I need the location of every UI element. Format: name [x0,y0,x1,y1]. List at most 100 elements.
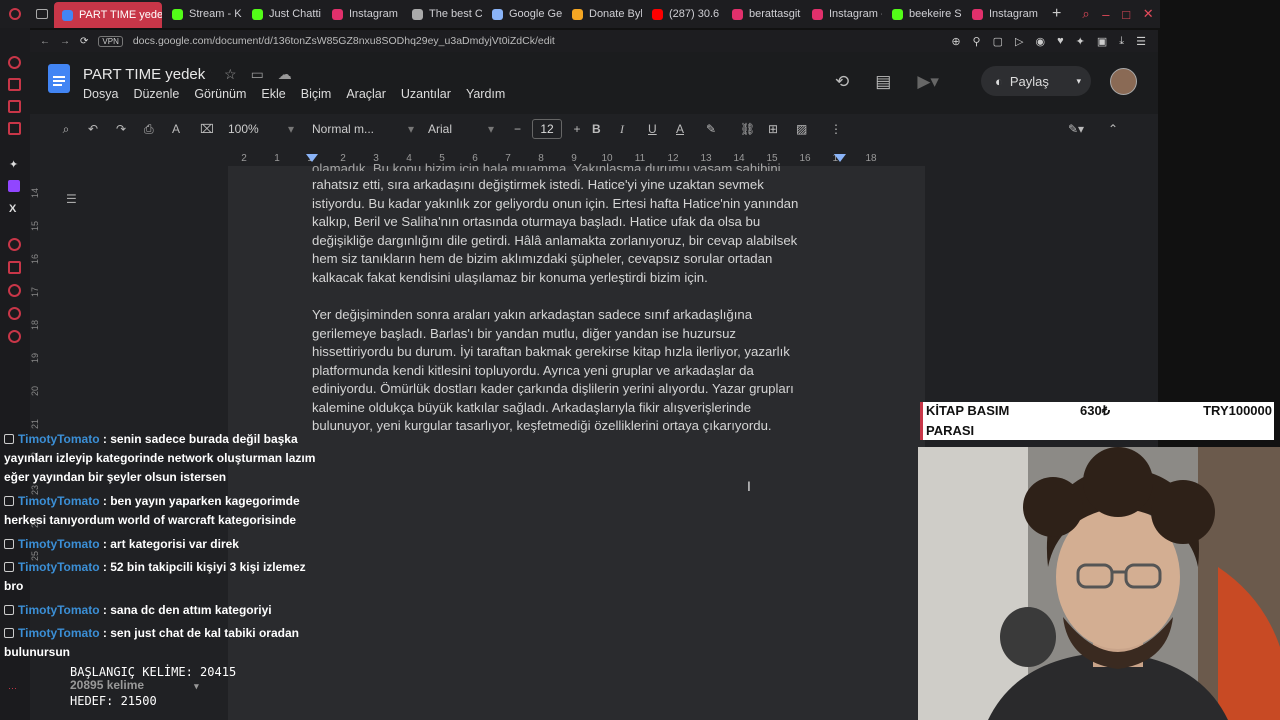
browser-tab[interactable]: Google Ge [484,2,562,26]
camera-icon[interactable]: ◉ [1035,35,1045,48]
back-icon[interactable]: ← [40,36,50,47]
chat-username: TimotyTomato [18,560,100,574]
decrease-font-icon[interactable]: − [514,122,532,136]
menu-item[interactable]: Uzantılar [401,87,451,101]
browser-tab[interactable]: Donate Byh [564,2,642,26]
menu-item[interactable]: Biçim [301,87,332,101]
history-icon[interactable] [8,284,21,297]
menu-item[interactable]: Dosya [83,87,118,101]
outline-icon[interactable]: ☰ [66,192,77,206]
workspaces-icon[interactable] [30,9,54,19]
undo-icon[interactable]: ↶ [88,122,116,136]
minimize-button[interactable]: – [1102,7,1109,22]
extensions-icon[interactable]: ✦ [1076,35,1085,48]
avatar[interactable] [1110,68,1137,95]
snapshot-icon[interactable]: ▢ [993,35,1003,48]
menu-item[interactable]: Yardım [466,87,505,101]
zoom-icon[interactable]: ⊕ [951,35,960,48]
editing-mode-icon[interactable]: ✎▾ [1068,122,1108,136]
sidebar-icon-4[interactable] [8,122,21,135]
heart-icon[interactable]: ♥ [1057,35,1064,48]
version-history-icon[interactable]: ⟲ [835,72,849,92]
more-icon[interactable]: ⋯ [8,683,17,694]
docs-logo-icon[interactable] [48,64,70,93]
redo-icon[interactable]: ↷ [116,122,144,136]
document-title[interactable]: PART TIME yedek [83,66,205,83]
vpn-badge[interactable]: VPN [98,35,123,47]
chat-badge-icon [4,496,14,506]
close-window-button[interactable]: ✕ [1143,6,1154,22]
meet-icon[interactable]: ▶▾ [917,72,939,92]
pin-icon[interactable]: ⚲ [973,35,981,48]
play-icon[interactable]: ▷ [1015,35,1023,48]
print-icon[interactable]: ⎙ [144,122,172,137]
sidebar-icon-3[interactable] [8,100,21,113]
star-icon[interactable]: ☆ [224,66,237,83]
browser-tab[interactable]: Instagram [964,2,1042,26]
chat-message: TimotyTomato : 52 bin takipcili kişiyi 3… [4,558,320,596]
move-folder-icon[interactable]: ▭ [251,66,264,83]
browser-tab[interactable]: Just Chatti [244,2,322,26]
increase-font-icon[interactable]: + [562,122,592,136]
sidebar-icon-7[interactable] [8,307,21,320]
collapse-menu-icon[interactable]: ⌃ [1108,122,1134,136]
sidebar-icon-1[interactable] [8,56,21,69]
url-field[interactable]: docs.google.com/document/d/136tonZsW85GZ… [133,35,555,47]
spellcheck-icon[interactable]: A [172,122,200,136]
download-icon[interactable]: ⤓ [1119,35,1124,48]
tab-favicon-icon [972,8,983,20]
font-size-input[interactable]: 12 [532,119,562,139]
forward-icon[interactable]: → [60,36,70,47]
browser-tab[interactable]: berattasgit [724,2,802,26]
browser-tab[interactable]: PART TIME yedek - G [54,2,162,28]
menu-item[interactable]: Düzenle [133,87,179,101]
share-button[interactable]: ◐ Paylaş ▾ [981,66,1091,96]
browser-logo-icon[interactable] [0,0,30,28]
search-menus-icon[interactable]: ⌕ [44,122,88,137]
sidebar-icon-6[interactable] [8,261,21,274]
more-options-icon[interactable]: ⋮ [830,122,850,136]
webcam-feed [918,447,1280,720]
cloud-status-icon[interactable]: ☁ [278,66,292,83]
ai-icon[interactable]: ✦ [9,158,18,171]
paint-format-icon[interactable]: ⌧ [200,122,228,136]
style-select[interactable]: Normal m... [308,122,408,136]
underline-icon[interactable]: U [648,122,676,136]
settings-icon[interactable]: ☰ [1136,35,1146,48]
italic-icon[interactable]: I [620,122,648,137]
sidebar-settings-icon[interactable] [8,330,21,343]
browser-tab[interactable]: beekeire S [884,2,962,26]
chat-message: TimotyTomato : ben yayın yaparken kagego… [4,492,320,530]
browser-tab[interactable]: The best C [404,2,482,26]
tab-label: beekeire S [909,8,962,20]
new-tab-button[interactable]: + [1042,5,1071,23]
sidebar-icon-5[interactable] [8,238,21,251]
maximize-button[interactable]: □ [1122,7,1130,22]
bold-icon[interactable]: B [592,122,620,136]
browser-tab[interactable]: (287) 30.6 [644,2,722,26]
menu-item[interactable]: Araçlar [346,87,386,101]
comments-icon[interactable]: ▤ [875,72,891,92]
image-icon[interactable]: ▨ [796,122,830,136]
reload-icon[interactable]: ⟳ [80,36,88,47]
twitch-icon[interactable] [8,180,20,192]
tab-favicon-icon [732,8,743,20]
search-tabs-icon[interactable]: ⌕ [1082,6,1089,22]
wallet-icon[interactable]: ▣ [1097,35,1107,48]
browser-tab[interactable]: Instagram - [804,2,882,26]
highlight-icon[interactable]: ✎ [706,122,740,136]
comment-icon[interactable]: ⊞ [768,122,796,136]
browser-tab[interactable]: Stream - K [164,2,242,26]
chat-text: : art kategorisi var direk [99,537,239,551]
font-select[interactable]: Arial [428,122,488,136]
menu-item[interactable]: Görünüm [194,87,246,101]
text-color-icon[interactable]: A [676,122,706,136]
text-line: gerilemeye başladı. Barlas'ı bir yandan … [312,325,737,341]
x-icon[interactable]: X [9,203,16,215]
sidebar-icon-2[interactable] [8,78,21,91]
link-icon[interactable]: ⛓ [740,122,768,136]
browser-tab[interactable]: Instagram [324,2,402,26]
goal-current: 630₺ [1080,403,1110,418]
menu-item[interactable]: Ekle [261,87,285,101]
zoom-select[interactable]: 100% [228,122,288,136]
